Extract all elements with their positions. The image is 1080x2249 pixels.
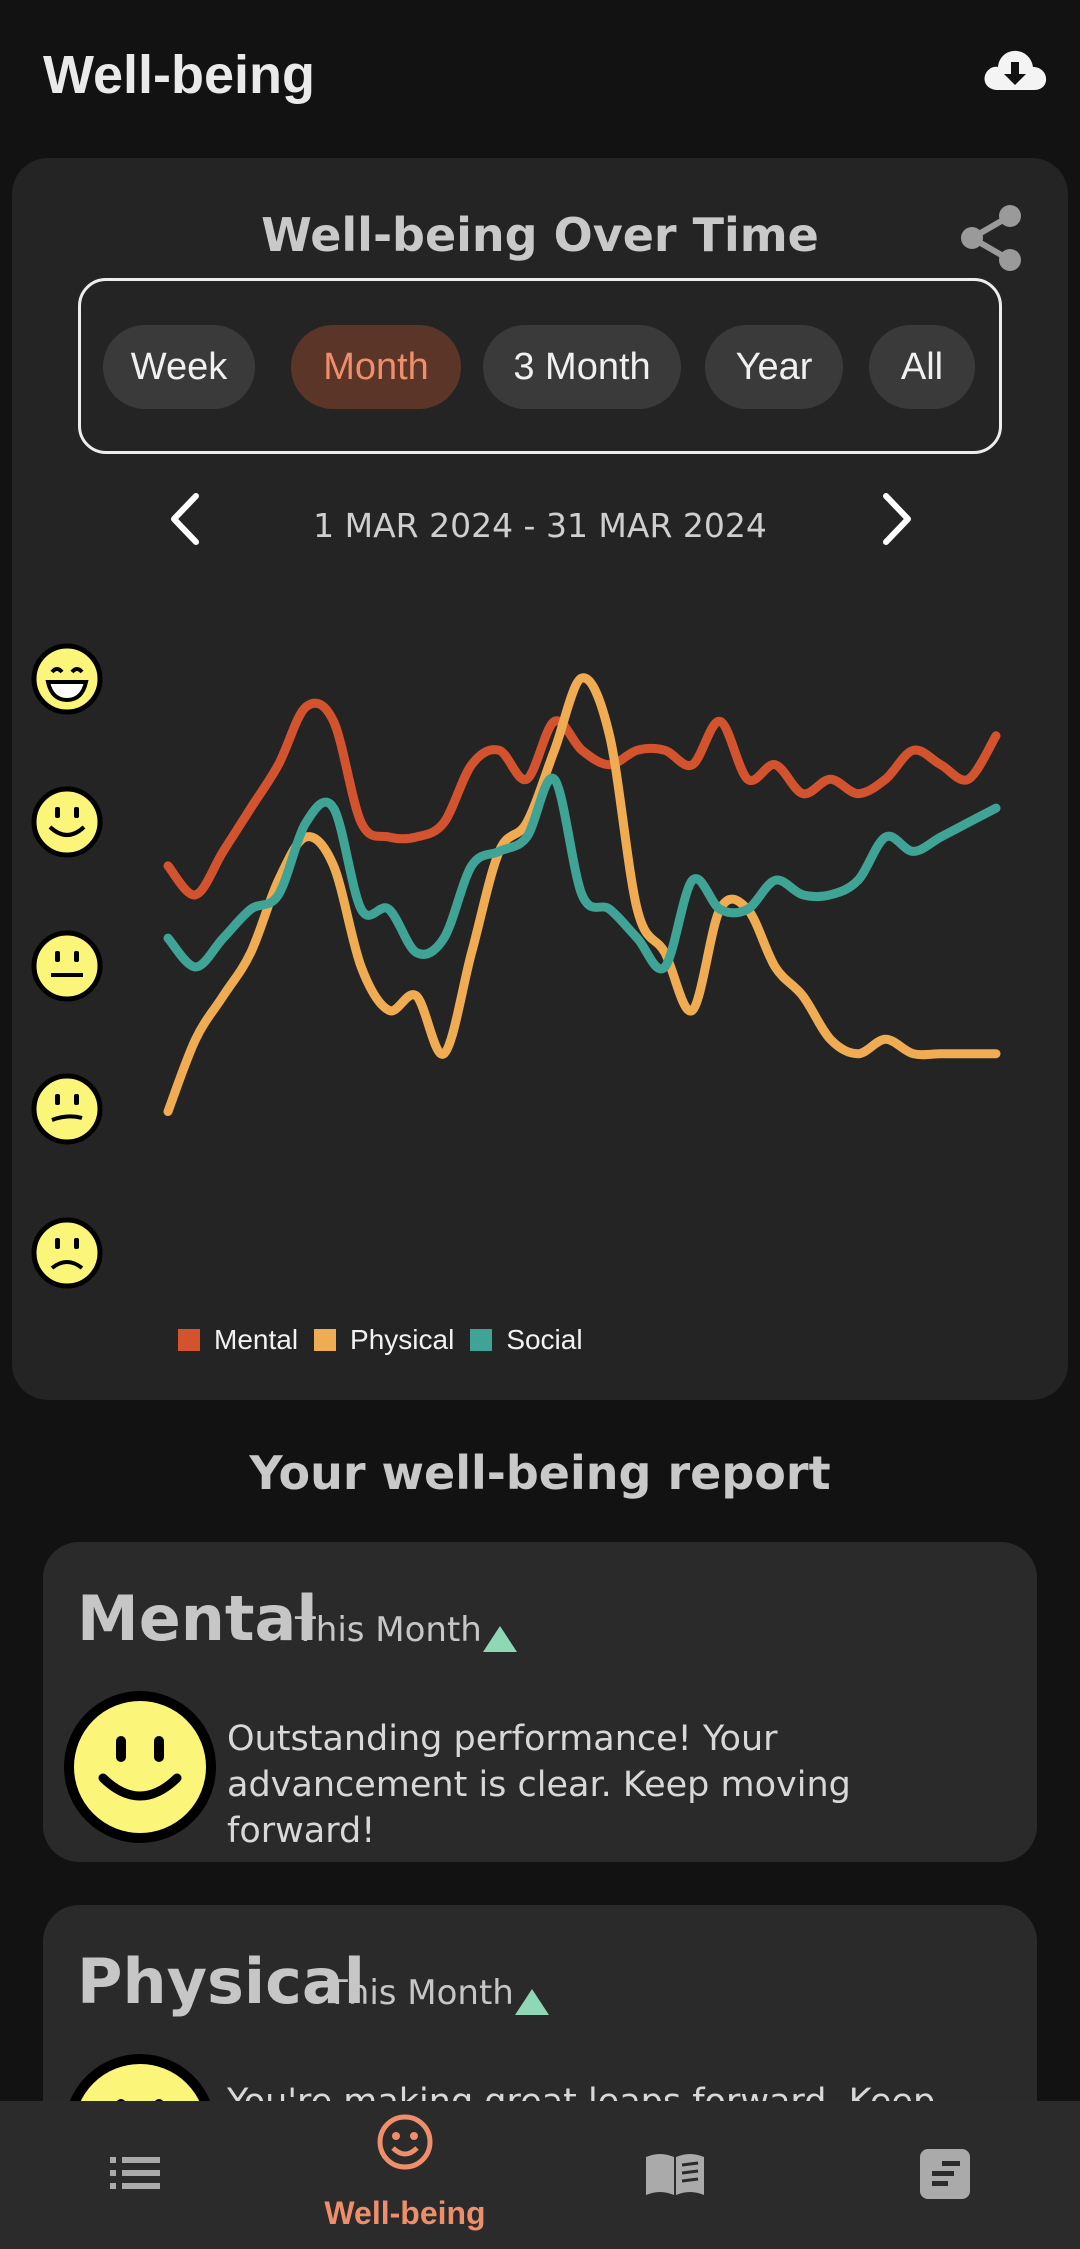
nav-item-well-being[interactable]: Well-being xyxy=(270,2101,540,2249)
legend-label-social: Social xyxy=(506,1324,583,1355)
legend-swatch-social xyxy=(470,1329,493,1351)
legend-swatch-physical xyxy=(314,1329,337,1351)
chart-card: Well-being Over Time Week Month 3 Month … xyxy=(12,158,1068,1400)
nav-item-notes[interactable] xyxy=(810,2101,1080,2249)
bottom-nav: Well-being xyxy=(0,2101,1080,2249)
report-message: Outstanding performance! Your advancemen… xyxy=(227,1719,851,1851)
smiley-icon xyxy=(377,2114,433,2170)
app-bar: Well-being xyxy=(0,0,1080,150)
trend-up-icon xyxy=(481,1624,519,1654)
notes-icon xyxy=(920,2149,970,2199)
report-card-mental[interactable]: Mental This Month Outstanding performanc… xyxy=(43,1542,1037,1862)
legend-item-physical: Physical xyxy=(314,1324,454,1356)
wellbeing-line-chart xyxy=(163,673,1001,1116)
legend-label-mental: Mental xyxy=(214,1324,299,1355)
report-heading: Your well-being report xyxy=(249,1446,831,1500)
nav-item-book[interactable] xyxy=(540,2101,810,2249)
legend-label-physical: Physical xyxy=(350,1324,455,1355)
chart-legend: Mental Physical Social xyxy=(178,1324,599,1356)
series-line-social xyxy=(163,773,1001,974)
nav-item-list[interactable] xyxy=(0,2101,270,2249)
book-icon xyxy=(646,2154,704,2195)
report-category: Physical xyxy=(77,1945,365,2018)
report-period: This Month xyxy=(295,1610,482,1650)
legend-swatch-mental xyxy=(178,1329,200,1351)
report-period: This Month xyxy=(327,1973,514,2013)
legend-item-mental: Mental xyxy=(178,1324,298,1356)
app-title: Well-being xyxy=(43,45,316,105)
report-category: Mental xyxy=(77,1582,318,1655)
nav-label-well-being: Well-being xyxy=(324,2195,486,2231)
cloud-download-icon[interactable] xyxy=(980,42,1050,102)
trend-up-icon xyxy=(513,1987,551,2017)
smiling-face-icon xyxy=(63,1690,217,1844)
legend-item-social: Social xyxy=(470,1324,583,1356)
list-icon xyxy=(110,2157,160,2189)
